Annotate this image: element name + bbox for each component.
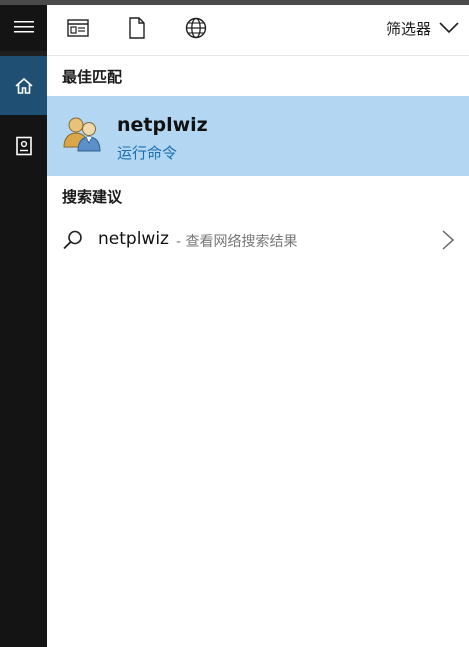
document-icon xyxy=(129,17,145,39)
home-icon xyxy=(14,77,33,94)
best-match-result[interactable]: netplwiz 运行命令 xyxy=(47,96,469,176)
hamburger-menu-icon xyxy=(13,21,34,33)
search-suggestions-heading: 搜索建议 xyxy=(62,188,123,206)
web-filter-button[interactable] xyxy=(183,15,209,41)
globe-icon xyxy=(185,17,207,39)
suggestion-description: - 查看网络搜索结果 xyxy=(176,234,298,250)
sidebar-item-notebook[interactable] xyxy=(0,117,47,175)
user-accounts-icon xyxy=(63,117,101,152)
chevron-down-icon xyxy=(439,22,459,34)
documents-filter-button[interactable] xyxy=(124,15,150,41)
notebook-icon xyxy=(15,136,32,156)
apps-filter-button[interactable] xyxy=(65,15,91,41)
sidebar-item-home[interactable] xyxy=(0,56,47,115)
search-icon xyxy=(63,230,82,250)
sidebar xyxy=(0,5,47,647)
best-match-name: netplwiz xyxy=(117,114,208,136)
best-match-heading: 最佳匹配 xyxy=(62,68,123,86)
search-suggestion-item[interactable]: netplwiz - 查看网络搜索结果 xyxy=(47,220,469,260)
hamburger-menu-button[interactable] xyxy=(0,5,47,49)
best-match-type: 运行命令 xyxy=(117,144,178,162)
filter-label: 筛选器 xyxy=(385,19,431,38)
suggestion-query: netplwiz xyxy=(98,229,169,249)
chevron-right-icon[interactable] xyxy=(441,229,455,251)
search-filter-bar: 筛选器 xyxy=(47,5,469,56)
apps-icon xyxy=(67,19,89,37)
filter-dropdown[interactable]: 筛选器 xyxy=(386,15,459,41)
